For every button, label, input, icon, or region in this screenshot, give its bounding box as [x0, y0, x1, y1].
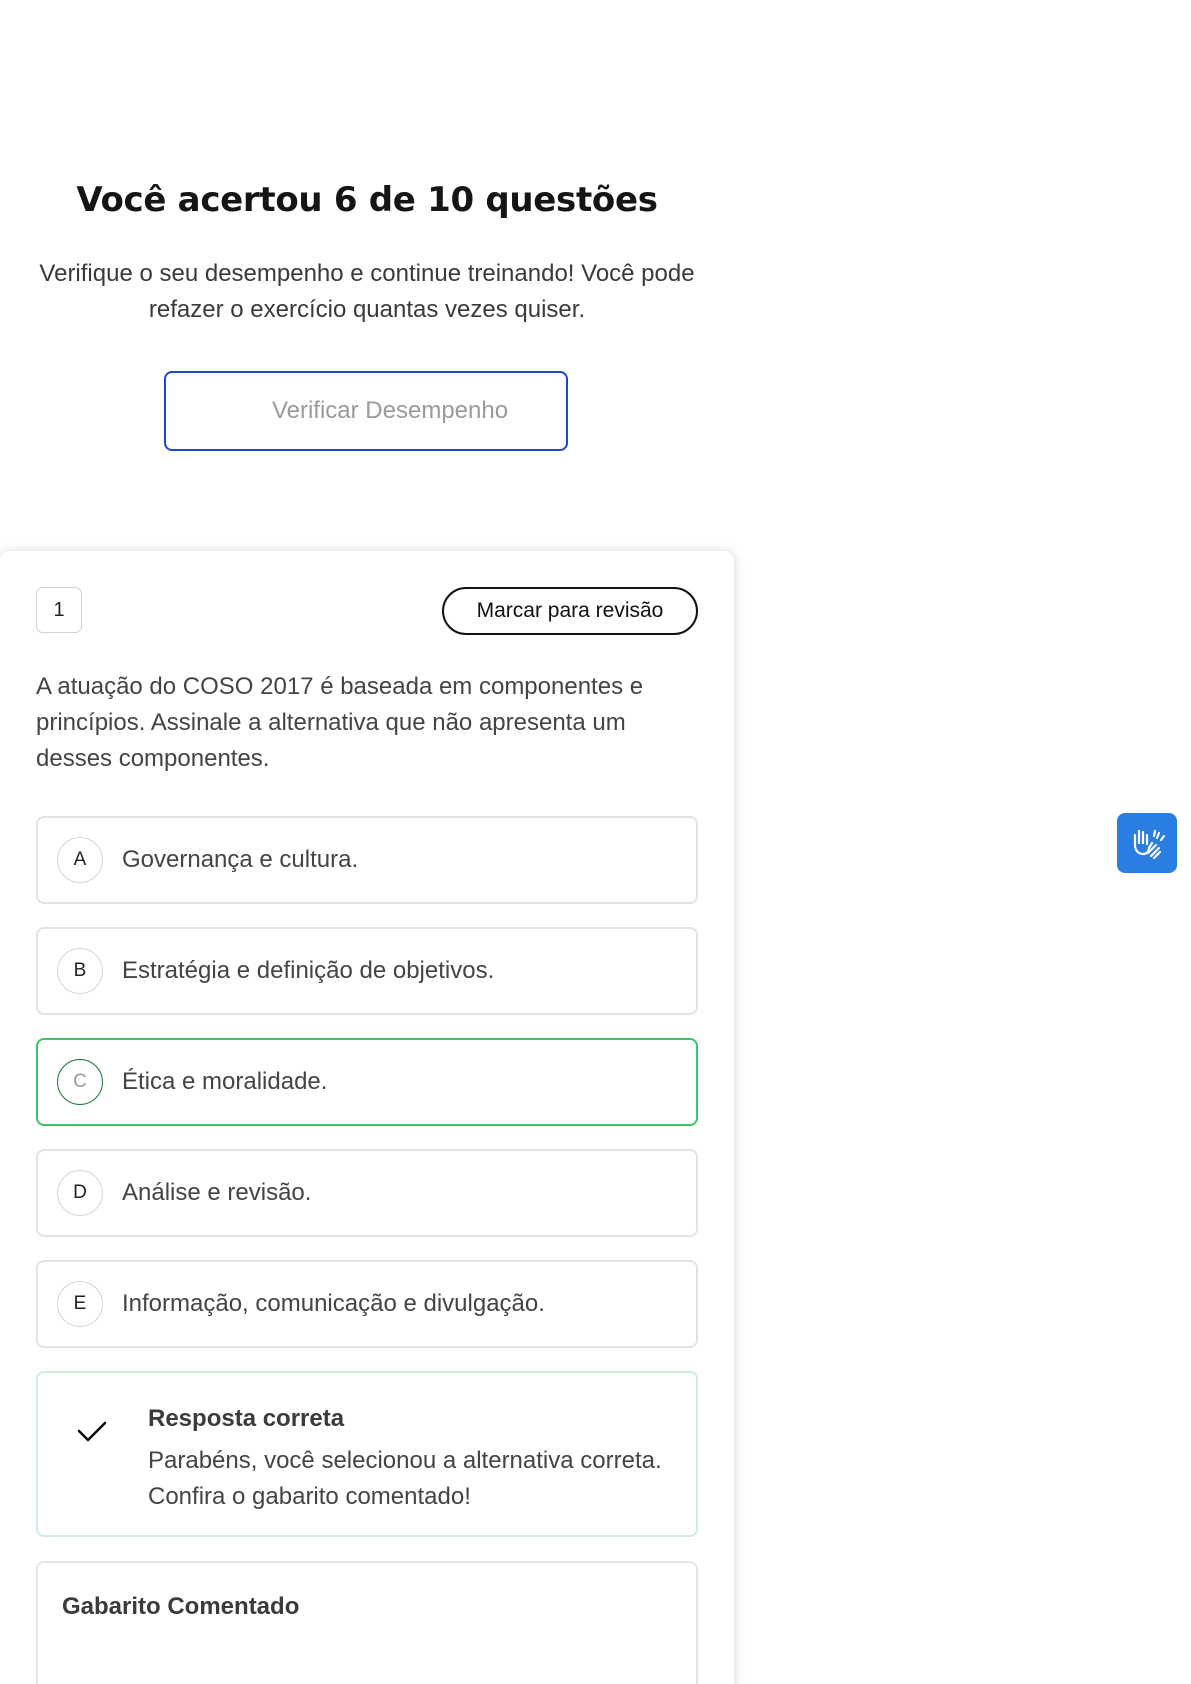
option-a[interactable]: A Governança e cultura. [36, 816, 698, 904]
check-icon [77, 1421, 107, 1442]
answer-key-title: Gabarito Comentado [62, 1593, 300, 1620]
option-text: Estratégia e definição de objetivos. [122, 957, 495, 984]
option-text: Governança e cultura. [122, 846, 359, 873]
result-title: Você acertou 6 de 10 questões [76, 180, 658, 220]
question-text: A atuação do COSO 2017 é baseada em comp… [36, 673, 644, 772]
option-text: Ética e moralidade. [122, 1068, 328, 1095]
sign-language-hands-icon [1133, 829, 1166, 860]
option-text: Informação, comunicação e divulgação. [122, 1290, 545, 1317]
option-letter: D [57, 1170, 103, 1216]
mark-for-review-button[interactable]: Marcar para revisão [442, 587, 698, 635]
option-letter: E [57, 1281, 103, 1327]
option-text: Análise e revisão. [122, 1179, 312, 1206]
option-c[interactable]: C Ética e moralidade. [36, 1038, 698, 1126]
question-card: 1 Marcar para revisão A atuação do COSO … [0, 551, 734, 1684]
result-header: Você acertou 6 de 10 questões Verifique … [0, 180, 734, 328]
feedback-title: Resposta correta [148, 1405, 345, 1432]
result-subtitle: Verifique o seu desempenho e continue tr… [39, 260, 695, 323]
correct-answer-feedback: Resposta correta Parabéns, você selecion… [36, 1371, 698, 1537]
option-letter: A [57, 837, 103, 883]
option-d[interactable]: D Análise e revisão. [36, 1149, 698, 1237]
option-letter: C [57, 1059, 103, 1105]
option-letter: B [57, 948, 103, 994]
page: Você acertou 6 de 10 questões Verifique … [0, 0, 1191, 1684]
feedback-text: Parabéns, você selecionou a alternativa … [148, 1447, 662, 1510]
option-b[interactable]: B Estratégia e definição de objetivos. [36, 927, 698, 1015]
sign-language-button[interactable] [1117, 813, 1177, 873]
option-e[interactable]: E Informação, comunicação e divulgação. [36, 1260, 698, 1348]
question-number-badge: 1 [36, 587, 82, 633]
verify-performance-button[interactable]: Verificar Desempenho [164, 371, 568, 451]
answer-key-box: Gabarito Comentado [36, 1561, 698, 1684]
